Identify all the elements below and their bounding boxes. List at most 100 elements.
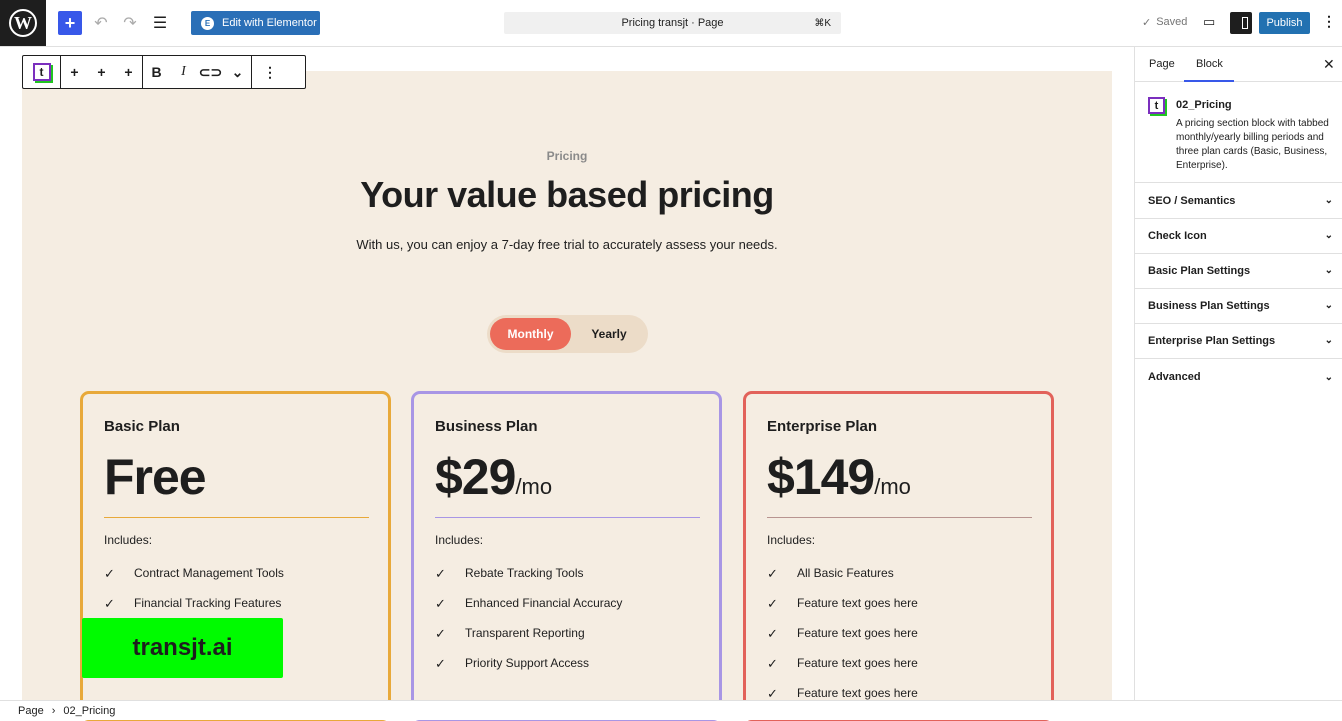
document-title: Pricing transjt · Page [621,17,724,29]
feature-text: Rebate Tracking Tools [465,566,584,580]
plan-price: $149/mo [767,448,911,506]
feature-text: All Basic Features [797,566,894,580]
chevron-down-icon[interactable]: ⌄ [224,56,251,88]
add-block-button-3[interactable]: + [115,56,142,88]
check-icon: ✓ [767,656,778,671]
transjt-block-icon: t [1148,97,1165,114]
breadcrumb-current[interactable]: 02_Pricing [63,705,115,717]
options-menu-icon[interactable]: ⋮ [1322,13,1336,30]
feature-item: ✓ All Basic Features [767,566,918,596]
panel-seo-semantics[interactable]: SEO / Semantics ⌄ [1135,183,1342,219]
panel-label: Check Icon [1148,229,1207,242]
check-icon: ✓ [104,596,115,611]
panel-business-plan-settings[interactable]: Business Plan Settings ⌄ [1135,288,1342,324]
feature-item: ✓ Feature text goes here [767,596,918,626]
command-palette-button[interactable]: Pricing transjt · Page ⌘K [504,12,841,34]
check-icon: ✓ [1142,17,1152,29]
plan-name: Enterprise Plan [767,418,878,435]
enterprise-plan-card: Enterprise Plan $149/mo Includes: ✓ All B… [743,391,1054,721]
panel-enterprise-plan-settings[interactable]: Enterprise Plan Settings ⌄ [1135,323,1342,359]
check-icon: ✓ [435,656,446,671]
block-title: 02_Pricing [1176,99,1232,111]
chevron-right-icon: › [51,704,56,717]
business-plan-card: Business Plan $29/mo Includes: ✓ Rebate T… [411,391,722,721]
panel-basic-plan-settings[interactable]: Basic Plan Settings ⌄ [1135,253,1342,289]
feature-text: Priority Support Access [465,656,590,670]
elementor-label: Edit with Elementor [222,17,317,29]
link-icon[interactable]: ⊂⊃ [197,56,224,88]
breadcrumb-root[interactable]: Page [18,705,44,717]
breadcrumb: Page › 02_Pricing [0,700,1342,720]
feature-text: Financial Tracking Features [134,596,282,610]
price-amount: $29 [435,449,516,505]
wordpress-logo-button[interactable]: W [0,0,46,46]
check-icon: ✓ [435,566,446,581]
publish-button[interactable]: Publish [1259,12,1310,34]
feature-item: ✓ Feature text goes here [767,656,918,686]
block-inserter-button[interactable]: + [58,11,82,35]
more-options-icon[interactable]: ⋮ [252,56,288,88]
edit-with-elementor-button[interactable]: E Edit with Elementor [191,11,320,35]
chevron-down-icon: ⌄ [1324,335,1333,346]
block-toolbar: t + + + B I ⊂⊃ ⌄ ⋮ [22,55,306,89]
check-icon: ✓ [435,596,446,611]
panel-check-icon[interactable]: Check Icon ⌄ [1135,218,1342,254]
includes-label: Includes: [104,533,153,547]
list-view-button[interactable]: ☰ [151,11,169,35]
panel-label: SEO / Semantics [1148,194,1236,207]
add-block-button-1[interactable]: + [61,56,88,88]
feature-text: Transparent Reporting [465,626,585,640]
includes-label: Includes: [435,533,484,547]
feature-item: ✓ Enhanced Financial Accuracy [435,596,622,626]
add-block-button-2[interactable]: + [88,56,115,88]
panel-advanced[interactable]: Advanced ⌄ [1135,359,1342,395]
saved-label: Saved [1156,16,1188,28]
feature-text: Feature text goes here [797,686,918,700]
monthly-tab[interactable]: Monthly [490,318,571,350]
feature-list: ✓ Contract Management Tools ✓ Financial Tr… [104,566,284,626]
panel-label: Basic Plan Settings [1148,264,1251,277]
price-period: /mo [874,474,911,499]
price-amount: Free [104,449,207,505]
block-description: A pricing section block with tabbed mont… [1176,118,1329,171]
yearly-tab[interactable]: Yearly [573,318,645,350]
includes-label: Includes: [767,533,816,547]
pricing-headline[interactable]: Your value based pricing [22,174,1112,216]
chevron-down-icon: ⌄ [1324,300,1333,311]
command-shortcut: ⌘K [814,17,831,29]
feature-text: Feature text goes here [797,626,918,640]
block-type-button[interactable]: t [23,56,60,88]
check-icon: ✓ [435,626,446,641]
feature-item: ✓ Feature text goes here [767,626,918,656]
tab-page[interactable]: Page [1149,58,1175,70]
chevron-down-icon: ⌄ [1324,195,1333,206]
settings-sidebar-toggle[interactable] [1230,12,1252,34]
panel-label: Business Plan Settings [1148,299,1270,312]
feature-list: ✓ Rebate Tracking Tools ✓ Enhanced Financi… [435,566,622,686]
price-amount: $149 [767,449,875,505]
check-icon: ✓ [104,566,115,581]
sidebar-tabs: Page Block ✕ [1135,47,1342,82]
pricing-subline[interactable]: With us, you can enjoy a 7-day free tria… [22,237,1112,252]
panel-label: Advanced [1148,371,1201,383]
editor-topbar: W + ↶ ↷ ☰ E Edit with Elementor Pricing … [0,0,1342,47]
close-icon[interactable]: ✕ [1323,56,1335,73]
preview-device-icon[interactable]: ▭ [1203,14,1219,32]
redo-button[interactable]: ↷ [121,11,139,35]
tab-block[interactable]: Block [1196,58,1223,70]
feature-item: ✓ Contract Management Tools [104,566,284,596]
plan-divider [435,517,700,518]
chevron-down-icon: ⌄ [1324,265,1333,276]
undo-button[interactable]: ↶ [92,11,110,35]
sidebar-icon [1242,17,1248,29]
bold-button[interactable]: B [143,56,170,88]
elementor-icon: E [201,16,214,30]
plan-name: Business Plan [435,418,538,435]
italic-button[interactable]: I [170,56,197,88]
check-icon: ✓ [767,566,778,581]
feature-text: Feature text goes here [797,656,918,670]
price-period: /mo [515,474,553,499]
plan-price: Free [104,448,207,506]
chevron-down-icon: ⌄ [1324,230,1333,241]
panel-label: Enterprise Plan Settings [1148,334,1276,347]
